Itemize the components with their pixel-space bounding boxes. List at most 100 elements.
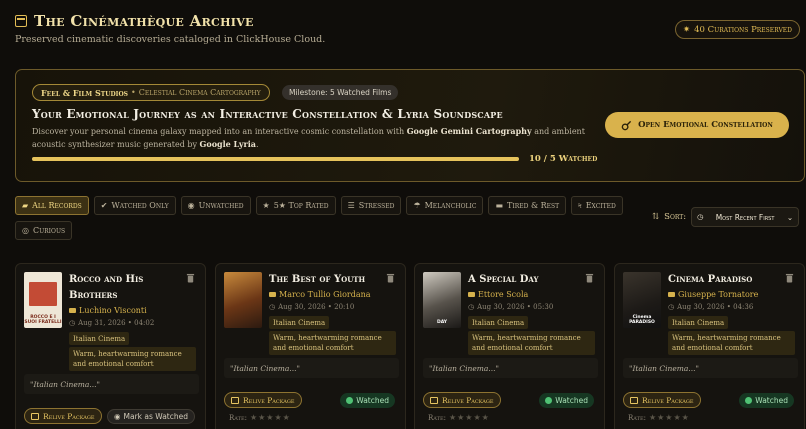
film-date: ◷ Aug 30, 2026 • 20:10 xyxy=(269,303,354,311)
director-name: Ettore Scola xyxy=(478,290,529,299)
director-name: Luchino Visconti xyxy=(79,306,147,315)
date-text: Aug 30, 2026 • 20:10 xyxy=(278,303,355,311)
film-reel-icon xyxy=(31,412,39,420)
sort-select[interactable]: ◷ Most Recent First ⌄ xyxy=(691,207,800,227)
filter-label: Curious xyxy=(32,226,66,235)
mood-tag: Warm, heartwarming romance and emotional… xyxy=(468,331,595,355)
date-text: Aug 30, 2026 • 04:36 xyxy=(677,303,754,311)
watched-badge[interactable]: Watched xyxy=(340,393,395,408)
film-note: "Italian Cinema..." xyxy=(623,358,798,378)
clock-icon: ◷ xyxy=(269,303,276,311)
filter-watched-only[interactable]: ✔ Watched Only xyxy=(93,196,176,215)
archive-icon xyxy=(15,15,27,27)
film-date: ◷ Aug 30, 2026 • 05:30 xyxy=(468,303,553,311)
relive-package-button[interactable]: Relive Package xyxy=(423,392,501,408)
relive-package-button[interactable]: Relive Package xyxy=(623,392,701,408)
genre-tag: Italian Cinema xyxy=(668,316,729,329)
camera-icon xyxy=(468,292,475,297)
poster-text: Cinema PARADISO xyxy=(629,315,655,325)
watch-progress-label: 10 / 5 Watched xyxy=(529,154,598,164)
star-rating[interactable]: ★★★★★ xyxy=(649,413,690,422)
star-rating[interactable]: ★★★★★ xyxy=(250,413,291,422)
filter-excited[interactable]: ϟ Excited xyxy=(571,196,623,215)
compass-icon: ◎ xyxy=(22,226,29,235)
open-constellation-button[interactable]: Open Emotional Constellation xyxy=(605,112,789,138)
constellation-hero: Feel & Film Studios • Celestial Cinema C… xyxy=(15,69,805,182)
open-constellation-label: Open Emotional Constellation xyxy=(638,120,773,130)
watched-label: Watched xyxy=(555,396,588,405)
curations-badge: ✷ 40 Curations Preserved xyxy=(674,20,800,39)
film-card: The Best of Youth Marco Tullio Giordana ◷ A… xyxy=(215,263,406,429)
check-circle-icon xyxy=(745,397,753,404)
clock-icon: ◷ xyxy=(697,213,704,221)
chevron-down-icon: ⌄ xyxy=(786,212,794,222)
page-title: The Cinémathèque Archive xyxy=(34,12,254,30)
mark-watched-label: Mark as Watched xyxy=(123,412,189,421)
sort-label: Sort: xyxy=(664,212,687,222)
film-card: Cinema PARADISO Cinema Paradiso Giuseppe T… xyxy=(614,263,805,429)
watch-progress-fill xyxy=(32,157,519,161)
app-header: The Cinémathèque Archive xyxy=(15,12,254,30)
trash-icon[interactable] xyxy=(785,273,794,283)
relive-package-button[interactable]: Relive Package xyxy=(24,408,102,424)
cloud-rain-icon: ☂ xyxy=(413,201,421,210)
relive-package-button[interactable]: Relive Package xyxy=(224,392,302,408)
director-name: Marco Tullio Giordana xyxy=(279,290,371,299)
camera-icon xyxy=(269,292,276,297)
filter-label: Watched Only xyxy=(111,201,169,210)
guitar-icon xyxy=(621,120,632,130)
film-title: The Best of Youth xyxy=(269,274,366,285)
film-reel-icon xyxy=(630,396,638,404)
filter-melancholic[interactable]: ☂ Melancholic xyxy=(406,196,484,215)
clock-icon: ◷ xyxy=(468,303,475,311)
mark-as-watched-button[interactable]: ◉ Mark as Watched xyxy=(106,409,195,424)
filter-label: Melancholic xyxy=(424,201,477,210)
check-circle-icon: ✔ xyxy=(100,201,108,210)
mood-tag: Warm, heartwarming romance and emotional… xyxy=(668,331,795,355)
sort-selected: Most Recent First xyxy=(715,212,775,222)
watched-label: Watched xyxy=(356,396,389,405)
rate-label: Rate: xyxy=(428,413,446,422)
check-circle-icon xyxy=(545,397,553,404)
bolt-icon: ϟ xyxy=(578,201,582,210)
rate-label: Rate: xyxy=(628,413,646,422)
studio-separator: • xyxy=(131,88,136,97)
filter-all-records[interactable]: ▰ All Records xyxy=(15,196,89,215)
filter-stressed[interactable]: ☰ Stressed xyxy=(340,196,402,215)
studio-product: Celestial Cinema Cartography xyxy=(138,88,261,97)
filter-tired-rest[interactable]: ▬ Tired & Rest xyxy=(488,196,567,215)
filter-curious[interactable]: ◎ Curious xyxy=(15,221,73,240)
filter-label: Stressed xyxy=(358,201,395,210)
genre-tag: Italian Cinema xyxy=(69,332,130,345)
genre-tag: Italian Cinema xyxy=(269,316,330,329)
film-reel-icon xyxy=(231,396,239,404)
date-text: Aug 30, 2026 • 05:30 xyxy=(477,303,554,311)
bed-icon: ▬ xyxy=(495,201,503,210)
film-director: Giuseppe Tornatore xyxy=(668,290,758,299)
watched-badge[interactable]: Watched xyxy=(539,393,594,408)
sort-control: ⇅ Sort: ◷ Most Recent First ⌄ xyxy=(652,207,800,227)
filter-label: Unwatched xyxy=(198,201,244,210)
studio-name: Feel & Film Studios xyxy=(41,87,129,98)
filter-label: All Records xyxy=(32,201,82,210)
film-poster: DAY xyxy=(423,272,461,328)
relive-label: Relive Package xyxy=(243,395,295,405)
film-director: Ettore Scola xyxy=(468,290,528,299)
film-poster: ROCCO E I SUOI FRATELLI xyxy=(24,272,62,328)
film-note: "Italian Cinema..." xyxy=(24,374,199,394)
film-poster xyxy=(224,272,262,328)
filter-5-top-rated[interactable]: ★ 5★ Top Rated xyxy=(255,196,336,215)
page-subtitle: Preserved cinematic discoveries cataloge… xyxy=(15,34,326,45)
filter-unwatched[interactable]: ◉ Unwatched xyxy=(180,196,251,215)
film-title: Rocco and His Brothers xyxy=(69,274,144,301)
rating-row: Rate: ★★★★★ xyxy=(229,413,291,422)
film-note: "Italian Cinema..." xyxy=(423,358,598,378)
poster-text: DAY xyxy=(436,320,448,325)
star-rating[interactable]: ★★★★★ xyxy=(449,413,490,422)
watched-badge[interactable]: Watched xyxy=(739,393,794,408)
trash-icon[interactable] xyxy=(585,273,594,283)
trash-icon[interactable] xyxy=(386,273,395,283)
star-icon: ★ xyxy=(262,201,270,210)
film-director: Marco Tullio Giordana xyxy=(269,290,371,299)
trash-icon[interactable] xyxy=(186,273,195,283)
